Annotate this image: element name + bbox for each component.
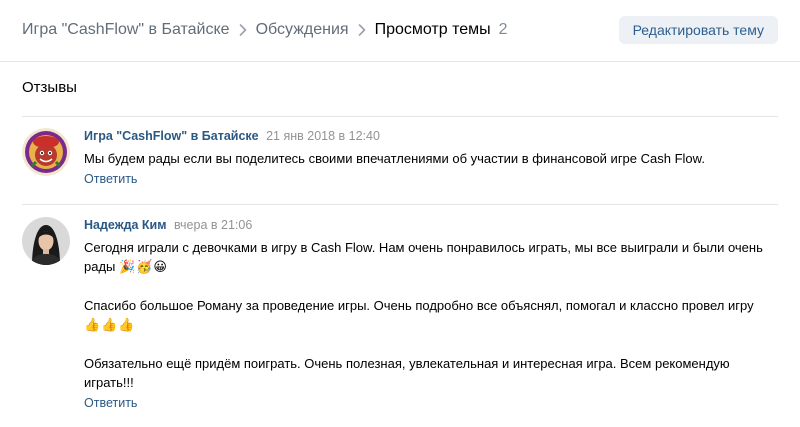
post-date[interactable]: вчера в 21:06 bbox=[174, 218, 252, 232]
avatar[interactable] bbox=[22, 128, 70, 176]
post-paragraph: Обязательно ещё придём поиграть. Очень п… bbox=[84, 356, 730, 390]
reply-link[interactable]: Ответить bbox=[84, 396, 137, 410]
breadcrumb-group-link[interactable]: Игра "CashFlow" в Батайске bbox=[22, 20, 230, 40]
post-date[interactable]: 21 янв 2018 в 12:40 bbox=[266, 129, 380, 143]
post-meta: Игра "CashFlow" в Батайске 21 янв 2018 в… bbox=[84, 128, 774, 144]
paragraph-text: Спасибо большое Роману за проведение игр… bbox=[84, 298, 754, 313]
breadcrumb-discussions-link[interactable]: Обсуждения bbox=[256, 20, 349, 40]
topic-title: Отзывы bbox=[22, 79, 77, 96]
breadcrumb: Игра "CashFlow" в Батайске Обсуждения Пр… bbox=[22, 20, 508, 40]
divider bbox=[22, 204, 778, 205]
party-emoji-icon: 🎉🥳😀 bbox=[119, 260, 168, 275]
chevron-right-icon bbox=[358, 24, 366, 36]
comment-count: 2 bbox=[498, 21, 508, 38]
post-text: Сегодня играли с девочками в игру в Cash… bbox=[84, 238, 774, 392]
divider bbox=[22, 116, 778, 117]
post-body: Игра "CashFlow" в Батайске 21 янв 2018 в… bbox=[84, 128, 774, 188]
reply-link[interactable]: Ответить bbox=[84, 172, 137, 186]
post-body: Надежда Ким вчера в 21:06 Сегодня играли… bbox=[84, 217, 774, 412]
page-header: Игра "CashFlow" в Батайске Обсуждения Пр… bbox=[0, 0, 800, 62]
post-meta: Надежда Ким вчера в 21:06 bbox=[84, 217, 774, 233]
post-paragraph: Спасибо большое Роману за проведение игр… bbox=[84, 296, 774, 335]
post-paragraph: Мы будем рады если вы поделитесь своими … bbox=[84, 151, 705, 166]
post-author[interactable]: Надежда Ким bbox=[84, 218, 166, 232]
post-author[interactable]: Игра "CashFlow" в Батайске bbox=[84, 129, 259, 143]
paragraph-text: Сегодня играли с девочками в игру в Cash… bbox=[84, 240, 763, 274]
breadcrumb-current: Просмотр темы bbox=[374, 21, 491, 38]
post-paragraph: Сегодня играли с девочками в игру в Cash… bbox=[84, 238, 774, 277]
chevron-right-icon bbox=[239, 24, 247, 36]
avatar[interactable] bbox=[22, 217, 70, 265]
post-text: Мы будем рады если вы поделитесь своими … bbox=[84, 149, 774, 168]
thumbs-up-emoji-icon: 👍👍👍 bbox=[84, 318, 136, 333]
edit-topic-button[interactable]: Редактировать тему bbox=[618, 16, 778, 44]
